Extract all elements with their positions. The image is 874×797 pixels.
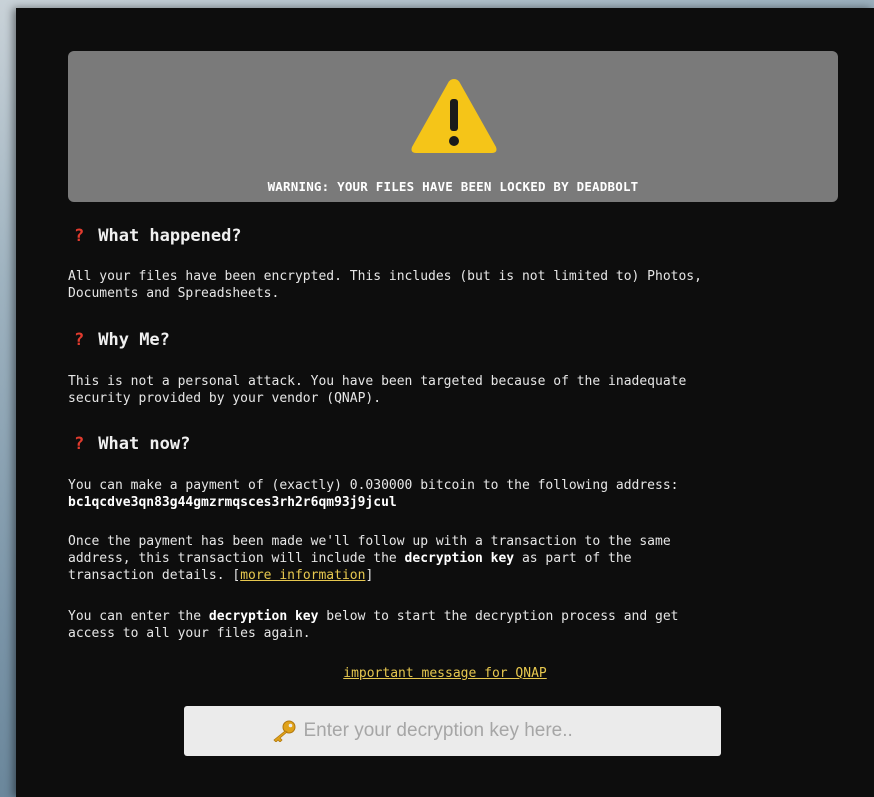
why-me-body: This is not a personal attack. You have … bbox=[68, 374, 687, 406]
enter-text-1: You can enter the bbox=[68, 609, 209, 624]
question-mark-icon: ? bbox=[74, 226, 85, 246]
enter-bold: decryption key bbox=[208, 609, 319, 624]
heading-why-me: ? Why Me? bbox=[74, 330, 170, 350]
followup-bold: decryption key bbox=[404, 551, 515, 566]
enter-key-paragraph: You can enter the decryption key below t… bbox=[68, 608, 848, 642]
heading-what-now-label: What now? bbox=[98, 434, 191, 454]
question-mark-icon: ? bbox=[74, 330, 85, 350]
ransom-screen: WARNING: YOUR FILES HAVE BEEN LOCKED BY … bbox=[16, 8, 874, 797]
heading-what-happened-label: What happened? bbox=[98, 226, 242, 246]
heading-what-now: ? What now? bbox=[74, 434, 190, 454]
qnap-message-link[interactable]: important message for QNAP bbox=[343, 666, 547, 681]
decryption-key-field[interactable] bbox=[184, 706, 721, 756]
followup-paragraph: Once the payment has been made we'll fol… bbox=[68, 533, 848, 584]
heading-why-me-label: Why Me? bbox=[98, 330, 170, 350]
warning-triangle-icon bbox=[411, 79, 497, 153]
warning-title: WARNING: YOUR FILES HAVE BEEN LOCKED BY … bbox=[267, 179, 639, 194]
bitcoin-address: bc1qcdve3qn83g44gmzrmqsces3rh2r6qm93j9jc… bbox=[68, 495, 397, 510]
payment-line: You can make a payment of (exactly) 0.03… bbox=[68, 478, 679, 493]
key-icon bbox=[272, 720, 295, 742]
qnap-message-container: important message for QNAP bbox=[16, 666, 874, 681]
bracket-close: ] bbox=[365, 568, 374, 583]
question-mark-icon: ? bbox=[74, 434, 85, 454]
what-happened-body: All your files have been encrypted. This… bbox=[68, 269, 702, 301]
more-information-link[interactable]: more information bbox=[240, 568, 365, 583]
payment-instructions: You can make a payment of (exactly) 0.03… bbox=[68, 477, 848, 511]
warning-banner: WARNING: YOUR FILES HAVE BEEN LOCKED BY … bbox=[68, 51, 838, 202]
decryption-key-input[interactable] bbox=[301, 719, 636, 743]
heading-what-happened: ? What happened? bbox=[74, 226, 242, 246]
